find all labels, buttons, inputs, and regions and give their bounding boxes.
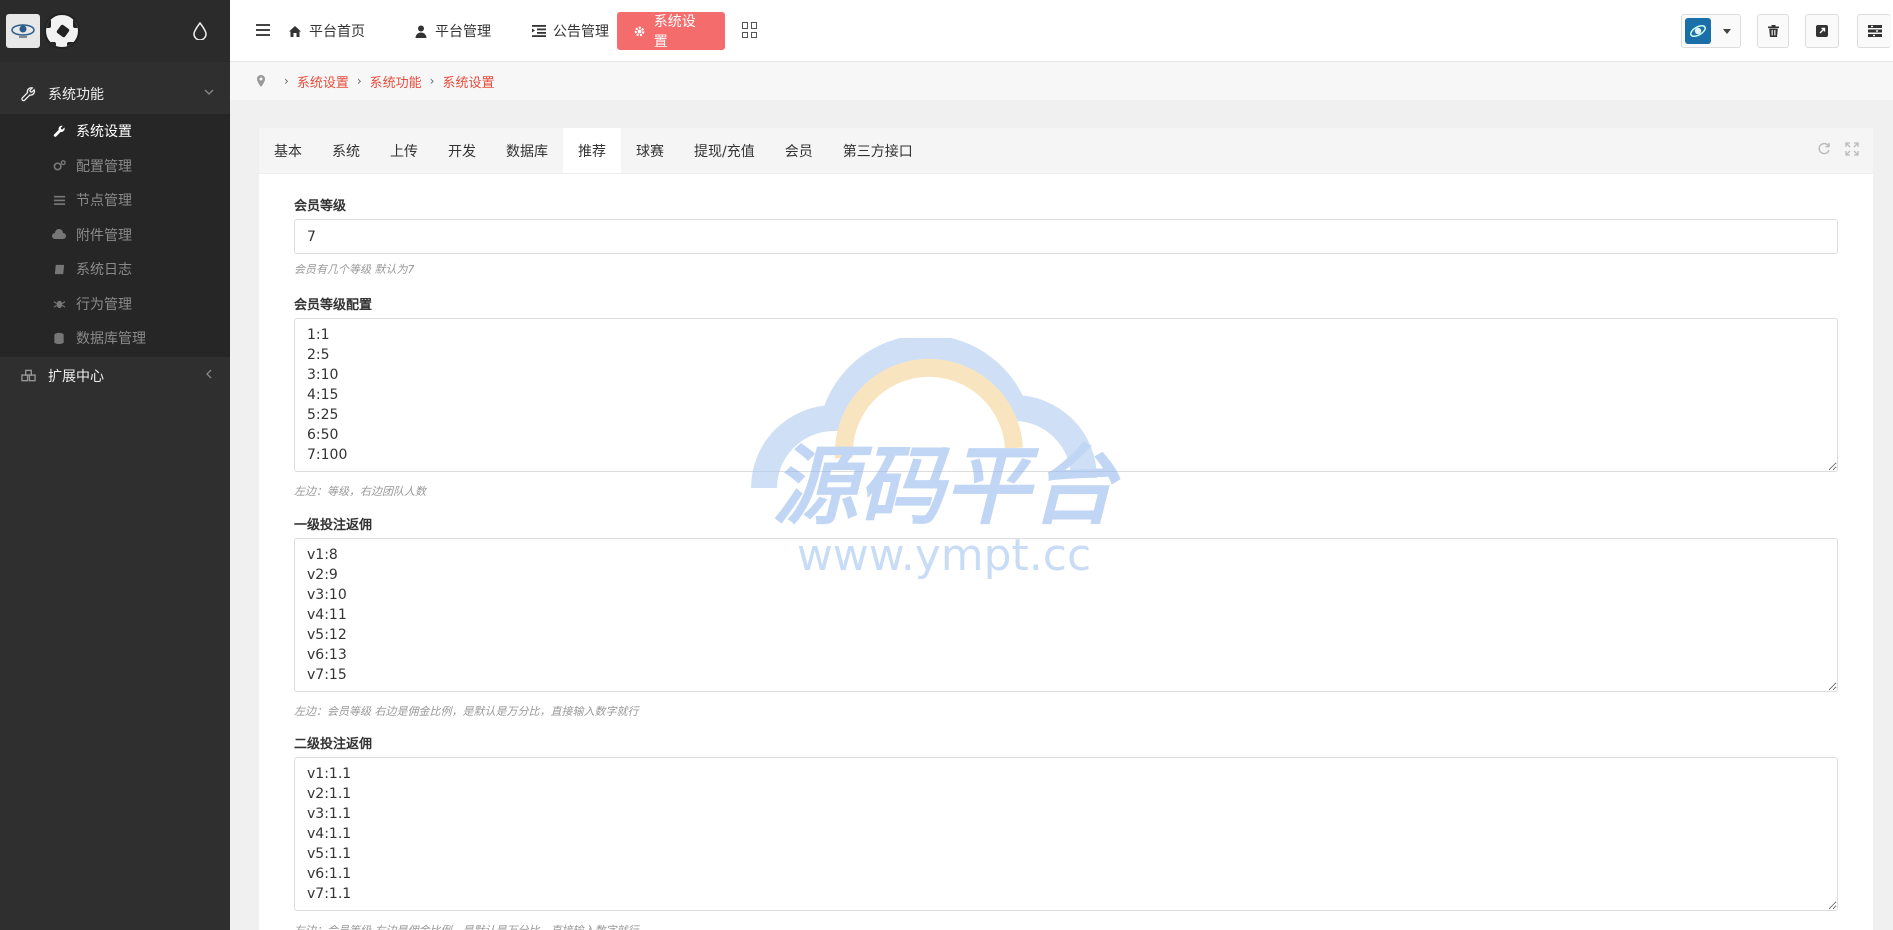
help-text: 左边：会员等级 右边是佣金比例，是默认是万分比，直接输入数字就行 (294, 705, 639, 718)
list-indent-icon (532, 24, 546, 38)
gear-icon (633, 24, 647, 38)
tab-system[interactable]: 系统 (317, 128, 375, 173)
breadcrumb-separator: › (429, 74, 435, 88)
nav-home[interactable]: 平台首页 (272, 12, 381, 50)
field-label: 一级投注返佣 (294, 518, 373, 533)
breadcrumb-item[interactable]: 系统功能 (370, 72, 422, 91)
help-text: 会员有几个等级 默认为7 (294, 263, 415, 276)
apps-grid-icon[interactable] (742, 22, 758, 38)
sidebar-item-logs[interactable]: 系统日志 (0, 252, 230, 287)
home-icon (288, 24, 302, 38)
sidebar-item-config[interactable]: 配置管理 (0, 149, 230, 184)
field-member-level: 会员等级 会员有几个等级 默认为7 (294, 195, 1840, 277)
tab-third-party[interactable]: 第三方接口 (828, 128, 928, 173)
sidebar-item-attachments[interactable]: 附件管理 (0, 218, 230, 253)
site-logo[interactable] (6, 14, 40, 48)
sidebar-group-system[interactable]: 系统功能 (0, 74, 230, 114)
nav-label: 系统设置 (653, 14, 696, 50)
chevron-down-icon (204, 89, 214, 95)
refresh-icon[interactable] (1817, 142, 1831, 156)
map-marker-icon (257, 75, 265, 87)
tab-upload[interactable]: 上传 (375, 128, 433, 173)
bug-icon (52, 297, 66, 311)
sidebar-item-label: 附件管理 (76, 227, 132, 244)
tab-develop[interactable]: 开发 (433, 128, 491, 173)
field-member-level-config: 会员等级配置 1:1 2:5 3:10 4:15 5:25 6:50 7:100… (294, 294, 1840, 499)
tab-matches[interactable]: 球赛 (621, 128, 679, 173)
caret-down-icon (1723, 28, 1731, 34)
wrench-icon (52, 124, 66, 138)
breadcrumb-item[interactable]: 系统设置 (442, 72, 494, 91)
sidebar-item-label: 配置管理 (76, 158, 132, 175)
sidebar-item-label: 系统设置 (76, 124, 132, 141)
nav-label: 公告管理 (553, 24, 609, 40)
sidebar-item-label: 节点管理 (76, 193, 132, 210)
breadcrumb-separator: › (284, 74, 289, 88)
sidebar-sub-list: 系统设置 配置管理 节点管理 附件管理 系统日志 行为管理 数据库管理 (0, 114, 230, 357)
member-level-input[interactable] (294, 219, 1838, 254)
sidebar-item-system-settings[interactable]: 系统设置 (0, 114, 230, 149)
list-icon (52, 193, 66, 207)
tab-withdraw-recharge[interactable]: 提现/充值 (679, 128, 770, 173)
book-icon (52, 262, 66, 276)
field-level2-rebate: 二级投注返佣 v1:1.1 v2:1.1 v3:1.1 v4:1.1 v5:1.… (294, 733, 1840, 930)
sidebar-item-label: 系统日志 (76, 262, 132, 279)
clear-cache-button[interactable] (1757, 14, 1789, 48)
tab-referral[interactable]: 推荐 (563, 128, 621, 173)
top-header: 平台首页 平台管理 公告管理 系统设置 (230, 0, 1893, 62)
external-link-icon (1816, 25, 1828, 37)
level2-rebate-textarea[interactable]: v1:1.1 v2:1.1 v3:1.1 v4:1.1 v5:1.1 v6:1.… (294, 757, 1838, 911)
tab-database[interactable]: 数据库 (491, 128, 563, 173)
avatar (1685, 18, 1711, 44)
sliders-icon (1867, 25, 1882, 37)
settings-panel: 基本 系统 上传 开发 数据库 推荐 球赛 提现/充值 会员 第三方接口 会员等… (259, 128, 1873, 930)
gears-icon (52, 159, 66, 173)
user-icon (414, 24, 428, 38)
nav-announcements[interactable]: 公告管理 (516, 12, 625, 50)
theme-drop-icon[interactable] (193, 22, 207, 40)
chevron-left-icon (206, 369, 212, 379)
sidebar-item-database[interactable]: 数据库管理 (0, 321, 230, 356)
sidebar-item-nodes[interactable]: 节点管理 (0, 183, 230, 218)
tab-basic[interactable]: 基本 (259, 128, 317, 173)
nav-platform-manage[interactable]: 平台管理 (398, 12, 507, 50)
help-text: 左边：会员等级 右边是佣金比例，是默认是万分比，直接输入数字就行 (294, 922, 1840, 930)
help-text: 左边：等级，右边团队人数 (294, 485, 426, 498)
field-label: 会员等级配置 (294, 298, 373, 313)
sidebar-group-label: 扩展中心 (48, 369, 104, 385)
sidebar-group-label: 系统功能 (48, 87, 104, 103)
sidebar-item-actions[interactable]: 行为管理 (0, 287, 230, 322)
breadcrumb-item[interactable]: 系统设置 (297, 72, 349, 91)
level1-rebate-textarea[interactable]: v1:8 v2:9 v3:10 v4:11 v5:12 v6:13 v7:15 (294, 538, 1838, 692)
fullscreen-icon[interactable] (1845, 142, 1859, 156)
sidebar-item-label: 数据库管理 (76, 331, 146, 348)
nav-system-settings[interactable]: 系统设置 (617, 12, 725, 50)
member-level-config-textarea[interactable]: 1:1 2:5 3:10 4:15 5:25 6:50 7:100 (294, 318, 1838, 472)
field-level1-rebate: 一级投注返佣 v1:8 v2:9 v3:10 v4:11 v5:12 v6:13… (294, 514, 1840, 719)
user-menu-button[interactable] (1681, 14, 1741, 48)
breadcrumb: › 系统设置 › 系统功能 › 系统设置 (230, 62, 1893, 100)
nav-label: 平台首页 (309, 24, 365, 40)
settings-panel-button[interactable] (1857, 14, 1891, 48)
menu-toggle-icon[interactable] (256, 24, 270, 36)
sidebar-item-label: 行为管理 (76, 296, 132, 313)
sidebar: 系统功能 系统设置 配置管理 节点管理 附件管理 系统日志 行为管理 数据库管理… (0, 0, 230, 930)
settings-tabs: 基本 系统 上传 开发 数据库 推荐 球赛 提现/充值 会员 第三方接口 (259, 128, 1873, 174)
tab-member[interactable]: 会员 (770, 128, 828, 173)
nav-label: 平台管理 (435, 24, 491, 40)
wrench-icon (20, 86, 36, 102)
cloud-icon (52, 228, 66, 242)
field-label: 会员等级 (294, 199, 347, 214)
field-label: 二级投注返佣 (294, 737, 373, 752)
cubes-icon (20, 368, 36, 384)
sidebar-group-extensions[interactable]: 扩展中心 (0, 356, 230, 396)
tab-tools (1817, 142, 1859, 156)
open-site-button[interactable] (1805, 14, 1839, 48)
breadcrumb-separator: › (356, 74, 362, 88)
database-icon (52, 331, 66, 345)
football-logo (44, 13, 80, 49)
trash-icon (1767, 25, 1779, 37)
